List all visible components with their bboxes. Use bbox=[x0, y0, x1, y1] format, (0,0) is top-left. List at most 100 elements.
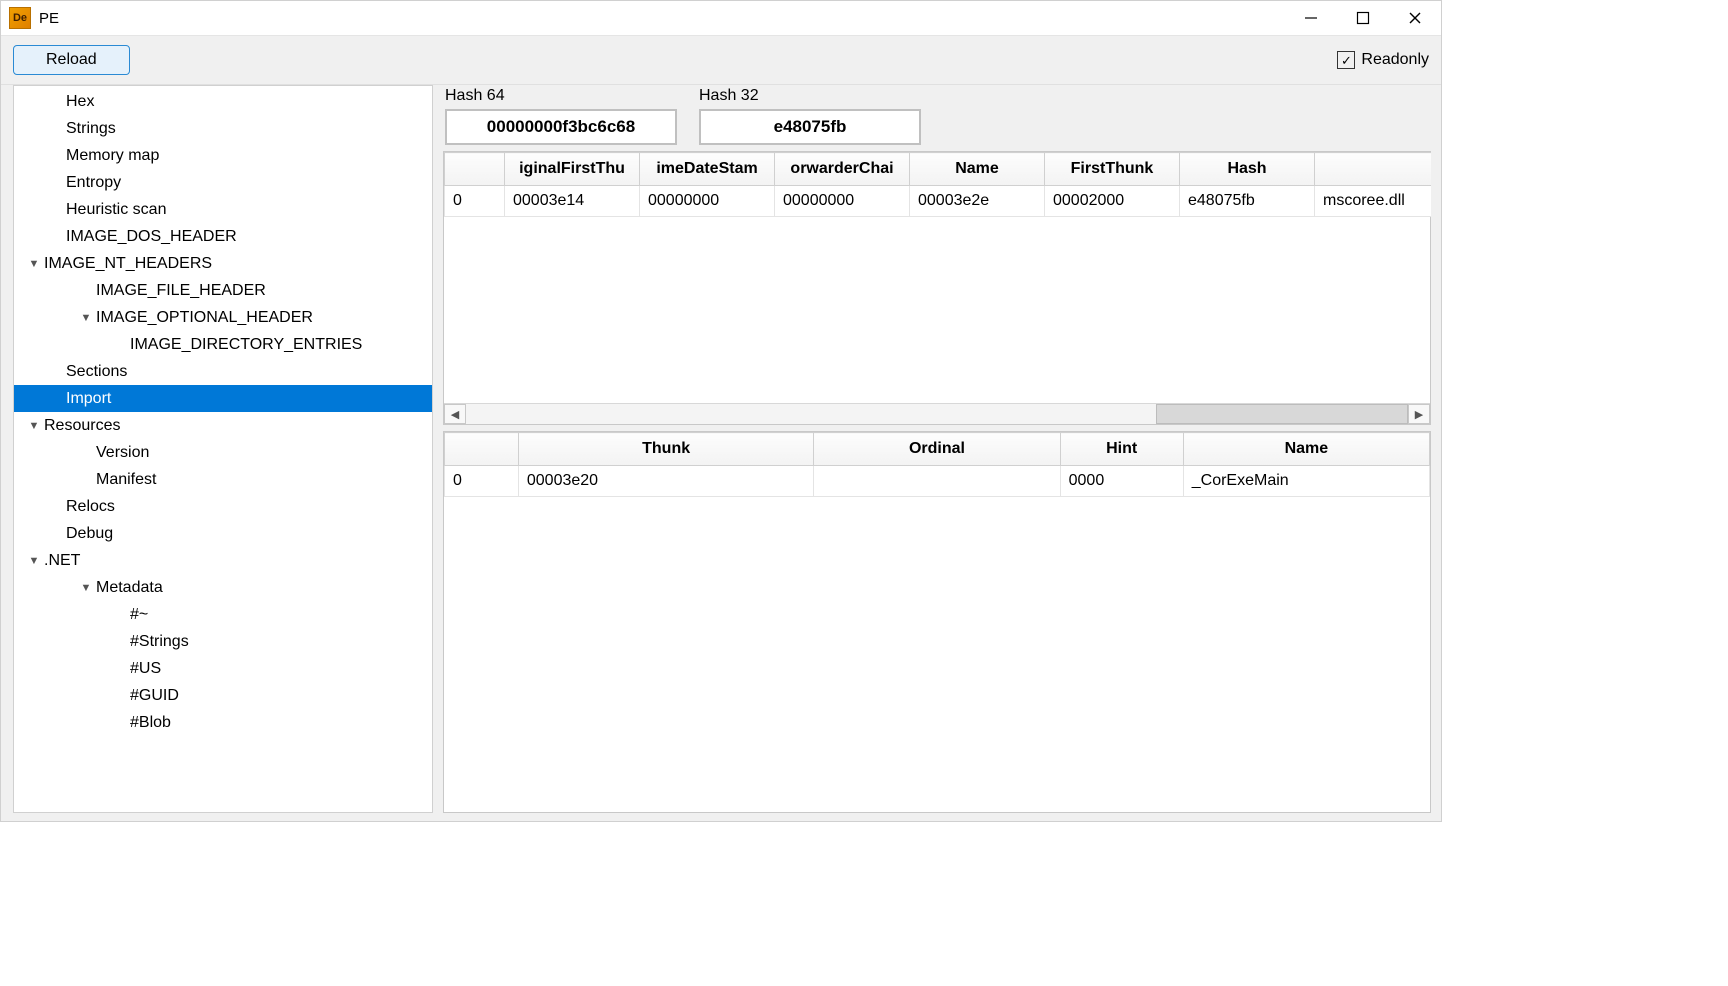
close-button[interactable] bbox=[1389, 1, 1441, 35]
tree-panel[interactable]: Hex Strings Memory map Entropy Heuristic sca… bbox=[13, 85, 433, 813]
table-cell: 00000000 bbox=[775, 186, 910, 217]
tree-item[interactable]: Version bbox=[14, 439, 432, 466]
tree-item[interactable]: #US bbox=[14, 655, 432, 682]
column-header[interactable]: orwarderChai bbox=[775, 153, 910, 186]
minimize-button[interactable] bbox=[1285, 1, 1337, 35]
column-header[interactable]: Hint bbox=[1060, 433, 1183, 466]
table-cell bbox=[814, 466, 1060, 497]
tree-item[interactable]: Strings bbox=[14, 115, 432, 142]
tree-item[interactable]: Heuristic scan bbox=[14, 196, 432, 223]
chevron-down-icon[interactable]: ▼ bbox=[76, 582, 96, 594]
tree-item-label: IMAGE_FILE_HEADER bbox=[96, 282, 266, 300]
chevron-down-icon[interactable]: ▼ bbox=[24, 555, 44, 567]
tree-item-label: Hex bbox=[66, 93, 94, 111]
hash32-label: Hash 32 bbox=[699, 87, 921, 105]
column-header[interactable]: Name bbox=[1183, 433, 1429, 466]
tree-item-label: Heuristic scan bbox=[66, 201, 166, 219]
tree-item[interactable]: #GUID bbox=[14, 682, 432, 709]
app-icon: De bbox=[9, 7, 31, 29]
readonly-checkbox[interactable]: ✓ Readonly bbox=[1337, 51, 1429, 69]
table-cell: 0 bbox=[445, 466, 519, 497]
table-row[interactable]: 000003e200000_CorExeMain bbox=[445, 466, 1430, 497]
column-header[interactable]: Thunk bbox=[518, 433, 814, 466]
hash32-field[interactable]: e48075fb bbox=[699, 109, 921, 145]
tree-item[interactable]: Hex bbox=[14, 88, 432, 115]
toolbar: Reload ✓ Readonly bbox=[1, 36, 1441, 85]
thunks-grid[interactable]: ThunkOrdinalHintName000003e200000_CorExe… bbox=[443, 431, 1431, 813]
hash-row: Hash 64 00000000f3bc6c68 Hash 32 e48075f… bbox=[443, 85, 1431, 145]
tree-item[interactable]: IMAGE_FILE_HEADER bbox=[14, 277, 432, 304]
hash64-label: Hash 64 bbox=[445, 87, 677, 105]
tree-item[interactable]: ▼Metadata bbox=[14, 574, 432, 601]
tree-item-label: #GUID bbox=[130, 687, 179, 705]
tree-item[interactable]: Memory map bbox=[14, 142, 432, 169]
tree-item-label: Entropy bbox=[66, 174, 121, 192]
tree-item-label: Memory map bbox=[66, 147, 159, 165]
tree-item[interactable]: Import bbox=[14, 385, 432, 412]
column-header[interactable]: imeDateStam bbox=[640, 153, 775, 186]
tree-item[interactable]: Manifest bbox=[14, 466, 432, 493]
column-header[interactable]: iginalFirstThu bbox=[505, 153, 640, 186]
reload-button[interactable]: Reload bbox=[13, 45, 130, 75]
table-cell: 00003e14 bbox=[505, 186, 640, 217]
table-row[interactable]: 000003e14000000000000000000003e2e0000200… bbox=[445, 186, 1432, 217]
window: De PE Reload ✓ Readonly Hex Strings Memory… bbox=[0, 0, 1442, 822]
scroll-left-icon[interactable]: ◀ bbox=[444, 404, 466, 424]
column-header[interactable] bbox=[1315, 153, 1432, 186]
table-cell: 00000000 bbox=[640, 186, 775, 217]
tree-item-label: Strings bbox=[66, 120, 116, 138]
hash64-block: Hash 64 00000000f3bc6c68 bbox=[445, 87, 677, 145]
chevron-down-icon[interactable]: ▼ bbox=[24, 258, 44, 270]
tree-item[interactable]: ▼Resources bbox=[14, 412, 432, 439]
tree-item[interactable]: #Strings bbox=[14, 628, 432, 655]
scroll-thumb[interactable] bbox=[1156, 404, 1408, 424]
tree-item-label: Sections bbox=[66, 363, 127, 381]
tree-item-label: Relocs bbox=[66, 498, 115, 516]
tree-item-label: IMAGE_NT_HEADERS bbox=[44, 255, 212, 273]
tree-item-label: IMAGE_DIRECTORY_ENTRIES bbox=[130, 336, 362, 354]
window-title: PE bbox=[39, 10, 59, 27]
tree-item-label: Manifest bbox=[96, 471, 156, 489]
column-header[interactable]: FirstThunk bbox=[1045, 153, 1180, 186]
tree-item-label: IMAGE_OPTIONAL_HEADER bbox=[96, 309, 313, 327]
thunks-table: ThunkOrdinalHintName000003e200000_CorExe… bbox=[444, 432, 1430, 497]
tree-item[interactable]: ▼IMAGE_NT_HEADERS bbox=[14, 250, 432, 277]
tree-item[interactable]: Relocs bbox=[14, 493, 432, 520]
tree-item-label: #Blob bbox=[130, 714, 171, 732]
maximize-button[interactable] bbox=[1337, 1, 1389, 35]
imports-h-scrollbar[interactable]: ◀ ▶ bbox=[444, 403, 1430, 424]
main-area: Hex Strings Memory map Entropy Heuristic sca… bbox=[1, 85, 1441, 821]
tree-item[interactable]: ▼IMAGE_OPTIONAL_HEADER bbox=[14, 304, 432, 331]
table-cell: 0 bbox=[445, 186, 505, 217]
tree-item-label: Metadata bbox=[96, 579, 163, 597]
tree: Hex Strings Memory map Entropy Heuristic sca… bbox=[14, 86, 432, 738]
tree-item-label: .NET bbox=[44, 552, 80, 570]
maximize-icon bbox=[1356, 11, 1370, 25]
column-header[interactable] bbox=[445, 153, 505, 186]
right-panel: Hash 64 00000000f3bc6c68 Hash 32 e48075f… bbox=[443, 85, 1431, 813]
tree-item[interactable]: Debug bbox=[14, 520, 432, 547]
table-cell: mscoree.dll bbox=[1315, 186, 1432, 217]
tree-item[interactable]: IMAGE_DOS_HEADER bbox=[14, 223, 432, 250]
column-header[interactable]: Ordinal bbox=[814, 433, 1060, 466]
imports-grid[interactable]: iginalFirstThuimeDateStamorwarderChaiNam… bbox=[443, 151, 1431, 425]
tree-item[interactable]: ▼.NET bbox=[14, 547, 432, 574]
table-cell: 00003e20 bbox=[518, 466, 814, 497]
tree-item-label: Resources bbox=[44, 417, 120, 435]
tree-item[interactable]: Entropy bbox=[14, 169, 432, 196]
table-cell: e48075fb bbox=[1180, 186, 1315, 217]
window-buttons bbox=[1285, 1, 1441, 35]
table-cell: _CorExeMain bbox=[1183, 466, 1429, 497]
column-header[interactable] bbox=[445, 433, 519, 466]
scroll-right-icon[interactable]: ▶ bbox=[1408, 404, 1430, 424]
hash64-field[interactable]: 00000000f3bc6c68 bbox=[445, 109, 677, 145]
chevron-down-icon[interactable]: ▼ bbox=[24, 420, 44, 432]
column-header[interactable]: Name bbox=[910, 153, 1045, 186]
chevron-down-icon[interactable]: ▼ bbox=[76, 312, 96, 324]
tree-item[interactable]: IMAGE_DIRECTORY_ENTRIES bbox=[14, 331, 432, 358]
table-cell: 00003e2e bbox=[910, 186, 1045, 217]
tree-item[interactable]: #Blob bbox=[14, 709, 432, 736]
tree-item[interactable]: Sections bbox=[14, 358, 432, 385]
tree-item[interactable]: #~ bbox=[14, 601, 432, 628]
column-header[interactable]: Hash bbox=[1180, 153, 1315, 186]
